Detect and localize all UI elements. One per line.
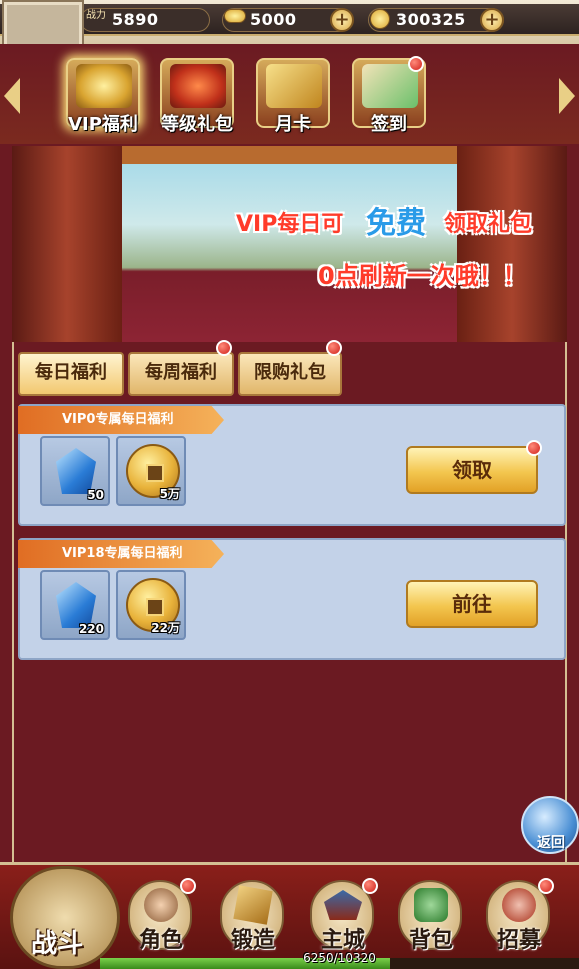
subtab-limited-badge	[326, 340, 342, 356]
coin-value: 300325	[396, 10, 466, 29]
month-card-icon	[266, 64, 322, 108]
reward-slot[interactable]: 220	[40, 570, 110, 640]
tab-level-gift-label: 等级礼包	[161, 114, 233, 135]
nav-recruit-label: 招募	[496, 928, 541, 953]
gold-ingot-icon	[224, 9, 246, 23]
reward-qty: 50	[87, 488, 104, 502]
nav-character-badge	[180, 878, 196, 894]
scroll-left-icon[interactable]	[4, 78, 20, 114]
reward-slot[interactable]: 5万	[116, 436, 186, 506]
recruit-icon	[502, 888, 536, 922]
banner-line1-c: 领取礼包	[444, 212, 533, 237]
nav-bag-label: 背包	[408, 928, 453, 953]
vip18-card-title: VIP18专属每日福利	[18, 540, 224, 568]
subtab-limited[interactable]: 限购礼包	[238, 352, 342, 396]
power-value: 5890	[112, 10, 159, 29]
forge-icon	[233, 885, 273, 925]
back-label: 返回	[537, 835, 565, 851]
character-icon	[144, 888, 178, 922]
nav-main-city-badge	[362, 878, 378, 894]
vip-banner: VIP每日可 免费 领取礼包 0点刷新一次哦！！	[12, 146, 567, 342]
tab-vip-welfare-label: VIP福利	[68, 114, 138, 135]
bag-icon	[414, 888, 448, 922]
add-gold-button[interactable]: +	[330, 8, 354, 32]
scroll-right-icon[interactable]	[559, 78, 575, 114]
goto-button[interactable]: 前往	[406, 580, 538, 628]
nav-main-city-label: 主城	[320, 928, 365, 953]
nav-recruit-badge	[538, 878, 554, 894]
sign-in-scroll-icon	[362, 64, 418, 108]
claim-button[interactable]: 领取	[406, 446, 538, 494]
reward-qty: 220	[78, 622, 104, 636]
claim-badge	[526, 440, 542, 456]
reward-qty: 22万	[151, 621, 180, 635]
subtab-weekly-badge	[216, 340, 232, 356]
gold-value: 5000	[250, 10, 297, 29]
main-city-icon	[324, 890, 362, 920]
vip0-card-title: VIP0专属每日福利	[18, 406, 224, 434]
coin-icon	[370, 9, 390, 29]
banner-line2: 0点刷新一次哦！！	[318, 262, 527, 290]
banner-line1-a: VIP每日可	[236, 212, 344, 237]
power-label: 战力	[86, 10, 106, 21]
level-gift-icon	[170, 64, 226, 108]
reward-slot[interactable]: 50	[40, 436, 110, 506]
sign-in-badge	[408, 56, 424, 72]
tab-month-card-label: 月卡	[275, 114, 311, 135]
add-coin-button[interactable]: +	[480, 8, 504, 32]
nav-character-label: 角色	[138, 928, 183, 953]
tab-sign-in-label: 签到	[371, 114, 407, 135]
reward-qty: 5万	[159, 487, 180, 501]
nav-forge-label: 锻造	[230, 928, 275, 953]
reward-slot[interactable]: 22万	[116, 570, 186, 640]
vip-gold-icon	[76, 64, 132, 108]
back-button[interactable]: 返回	[521, 796, 579, 854]
battle-label: 战斗	[31, 929, 84, 959]
subtab-daily[interactable]: 每日福利	[18, 352, 124, 396]
banner-free-text: 免费	[366, 206, 426, 241]
subtab-weekly[interactable]: 每周福利	[128, 352, 234, 396]
exp-text: 6250/10320	[303, 951, 376, 965]
